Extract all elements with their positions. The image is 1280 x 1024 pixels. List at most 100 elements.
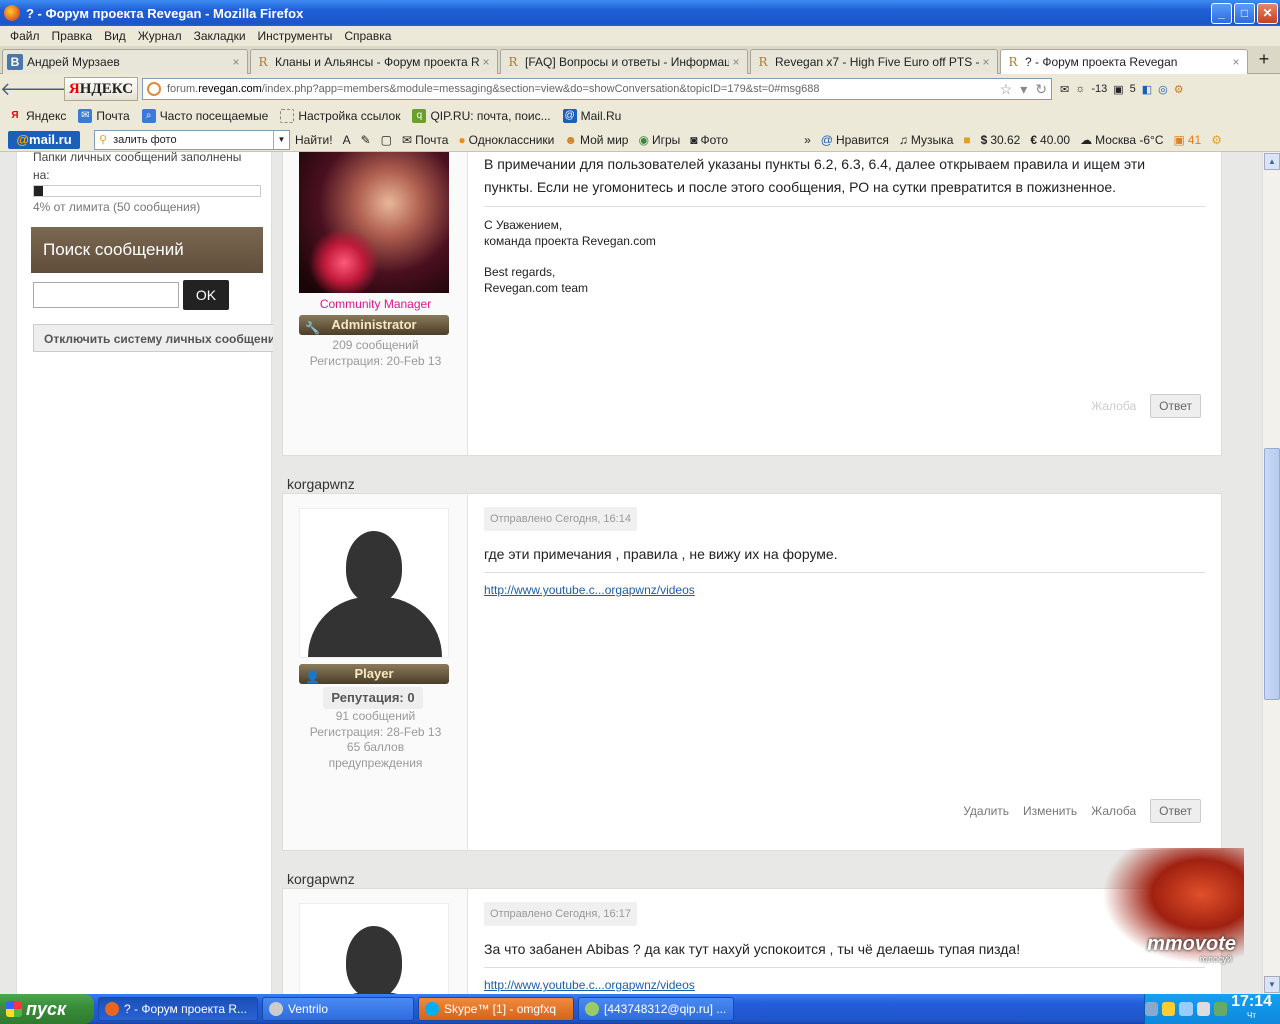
task-firefox[interactable]: ? - Форум проекта R... [98, 997, 258, 1021]
toolbar-notify[interactable]: ■ [958, 133, 975, 147]
tab-vk[interactable]: B Андрей Мурзаев × [2, 49, 248, 74]
search-messages-input[interactable] [33, 282, 179, 308]
qip-icon: q [412, 109, 427, 123]
registration-date: Регистрация: 20-Feb 13 [309, 354, 442, 368]
tray-arrow-icon[interactable] [1144, 1002, 1159, 1016]
toolbar-my-world[interactable]: ☻ Мой мир [559, 133, 633, 147]
signature-link[interactable]: http://www.youtube.c...orgapwnz/videos [484, 583, 695, 597]
mail-count: 5 [1129, 83, 1136, 95]
tools-icon[interactable]: ⚙ [1174, 83, 1184, 96]
ad-title: mmovote [1147, 933, 1236, 955]
report-link[interactable]: Жалоба [1091, 399, 1136, 413]
tray-qip-icon[interactable] [1162, 1002, 1176, 1016]
disable-pm-button[interactable]: Отключить систему личных сообщений [33, 324, 273, 352]
task-qip[interactable]: [443748312@qip.ru] ... [578, 997, 734, 1021]
tab-close-icon[interactable]: × [1229, 55, 1243, 69]
reload-icon[interactable]: ↻ [1035, 81, 1047, 98]
maximize-button[interactable]: □ [1234, 3, 1255, 24]
menu-bookmarks[interactable]: Закладки [188, 29, 252, 43]
toolbar-more[interactable]: » [799, 133, 816, 147]
menu-help[interactable]: Справка [338, 29, 397, 43]
vertical-scrollbar[interactable]: ▲ ▼ [1262, 152, 1280, 994]
bookmark-mail[interactable]: ✉ Почта [74, 109, 133, 123]
scroll-thumb[interactable] [1264, 448, 1280, 700]
bookmark-yandex[interactable]: Я Яндекс [4, 109, 70, 123]
reply-button[interactable]: Ответ [1150, 394, 1201, 418]
menu-file[interactable]: Файл [4, 29, 46, 43]
url-bar[interactable]: forum. revegan.com/index.php?app=members&… [142, 78, 1052, 100]
chevron-down-icon[interactable]: ▼ [273, 130, 289, 149]
yandex-button[interactable]: ЯНДЕКС [64, 77, 138, 101]
mailru-logo[interactable]: @mail.ru [8, 130, 80, 149]
tab-clans[interactable]: R Кланы и Альянсы - Форум проекта Rev...… [250, 49, 498, 74]
bookmark-qip[interactable]: q QIP.RU: почта, поис... [408, 109, 554, 123]
messages-icon[interactable]: ▣ [1113, 83, 1123, 96]
mmovote-ad[interactable]: mmovote голосуй [1102, 848, 1244, 964]
magnifier-icon[interactable]: ▢ [376, 133, 397, 147]
tray-network-icon[interactable] [1179, 1002, 1193, 1016]
edit-link[interactable]: Изменить [1023, 804, 1077, 818]
bookmark-star-icon[interactable]: ☆ [1000, 81, 1013, 98]
addon-icon[interactable]: ◧ [1142, 83, 1152, 96]
mail-icon[interactable]: ✉ [1060, 83, 1069, 96]
sync-icon[interactable]: ◎ [1158, 83, 1168, 96]
mailru-search-input[interactable]: ⚲ залить фото ▼ [94, 129, 290, 150]
tab-close-icon[interactable]: × [229, 55, 243, 69]
url-dropdown-icon[interactable]: ▾ [1020, 81, 1027, 98]
tray-volume-icon[interactable] [1196, 1002, 1210, 1016]
menu-history[interactable]: Журнал [132, 29, 188, 43]
weather-sun-icon[interactable]: ☼ [1075, 83, 1085, 95]
dollar-rate[interactable]: $30.62 [976, 133, 1026, 147]
avatar[interactable] [299, 508, 449, 658]
tab-forum-active[interactable]: R ? - Форум проекта Revegan × [1000, 49, 1248, 74]
tab-revegan-x7[interactable]: R Revegan x7 - High Five Euro off PTS - … [750, 49, 998, 74]
task-ventrilo[interactable]: Ventrilo [262, 997, 414, 1021]
font-size-icon[interactable]: A [338, 133, 356, 147]
start-button[interactable]: пуск [0, 994, 94, 1024]
toolbar-like[interactable]: @ Нравится [816, 133, 894, 147]
toolbar-count[interactable]: ▣ 41 [1169, 133, 1207, 147]
warn-points[interactable]: 65 баллов [283, 739, 468, 755]
toolbar-weather[interactable]: ☁ Москва -6°C [1075, 133, 1168, 147]
task-skype[interactable]: Skype™ [1] - omgfxq [418, 997, 574, 1021]
forward-button[interactable]: 🡒 [30, 76, 78, 102]
bookmark-settings[interactable]: Настройка ссылок [276, 109, 404, 123]
tab-close-icon[interactable]: × [479, 55, 493, 69]
toolbar-photo[interactable]: ◙ Фото [685, 133, 733, 147]
highlight-icon[interactable]: ✎ [356, 133, 376, 147]
delete-link[interactable]: Удалить [963, 804, 1009, 818]
euro-rate[interactable]: €40.00 [1025, 133, 1075, 147]
avatar[interactable] [299, 903, 449, 994]
bookmark-mailru[interactable]: @ Mail.Ru [559, 109, 626, 123]
signature-link[interactable]: http://www.youtube.c...orgapwnz/videos [484, 978, 695, 992]
toolbar-music[interactable]: ♫ Музыка [894, 133, 958, 147]
bookmark-frequent[interactable]: ⌕ Часто посещаемые [138, 109, 273, 123]
menu-edit[interactable]: Правка [46, 29, 99, 43]
toolbar-mail[interactable]: ✉ Почта [397, 133, 453, 147]
tray-app-icon[interactable] [1213, 1002, 1228, 1016]
quota-text: 4% от лимита (50 сообщения) [33, 200, 201, 214]
avatar[interactable] [299, 152, 449, 293]
close-button[interactable]: ✕ [1257, 3, 1278, 24]
tab-faq[interactable]: R [FAQ] Вопросы и ответы - Информация...… [500, 49, 748, 74]
scroll-up-icon[interactable]: ▲ [1264, 153, 1280, 170]
report-link[interactable]: Жалоба [1091, 804, 1136, 818]
new-tab-button[interactable]: + [1254, 50, 1274, 70]
mailru-search-button[interactable]: Найти! [290, 133, 338, 147]
minimize-button[interactable]: _ [1211, 3, 1232, 24]
toolbar-odnoklassniki[interactable]: ● Одноклассники [453, 133, 559, 147]
scroll-down-icon[interactable]: ▼ [1264, 976, 1280, 993]
menu-view[interactable]: Вид [98, 29, 132, 43]
tab-close-icon[interactable]: × [729, 55, 743, 69]
skype-icon [425, 1002, 439, 1016]
clock[interactable]: 17:14 Чт [1231, 994, 1272, 1023]
reply-button[interactable]: Ответ [1150, 799, 1201, 823]
back-button[interactable]: 🡐 [0, 76, 48, 102]
toolbar-settings-icon[interactable]: ⚙ [1206, 133, 1227, 147]
author-name[interactable]: korgapwnz [287, 871, 355, 887]
menu-tools[interactable]: Инструменты [252, 29, 339, 43]
toolbar-games[interactable]: ◉ Игры [633, 133, 685, 147]
tab-close-icon[interactable]: × [979, 55, 993, 69]
author-name[interactable]: korgapwnz [287, 476, 355, 492]
search-ok-button[interactable]: OK [183, 280, 229, 310]
